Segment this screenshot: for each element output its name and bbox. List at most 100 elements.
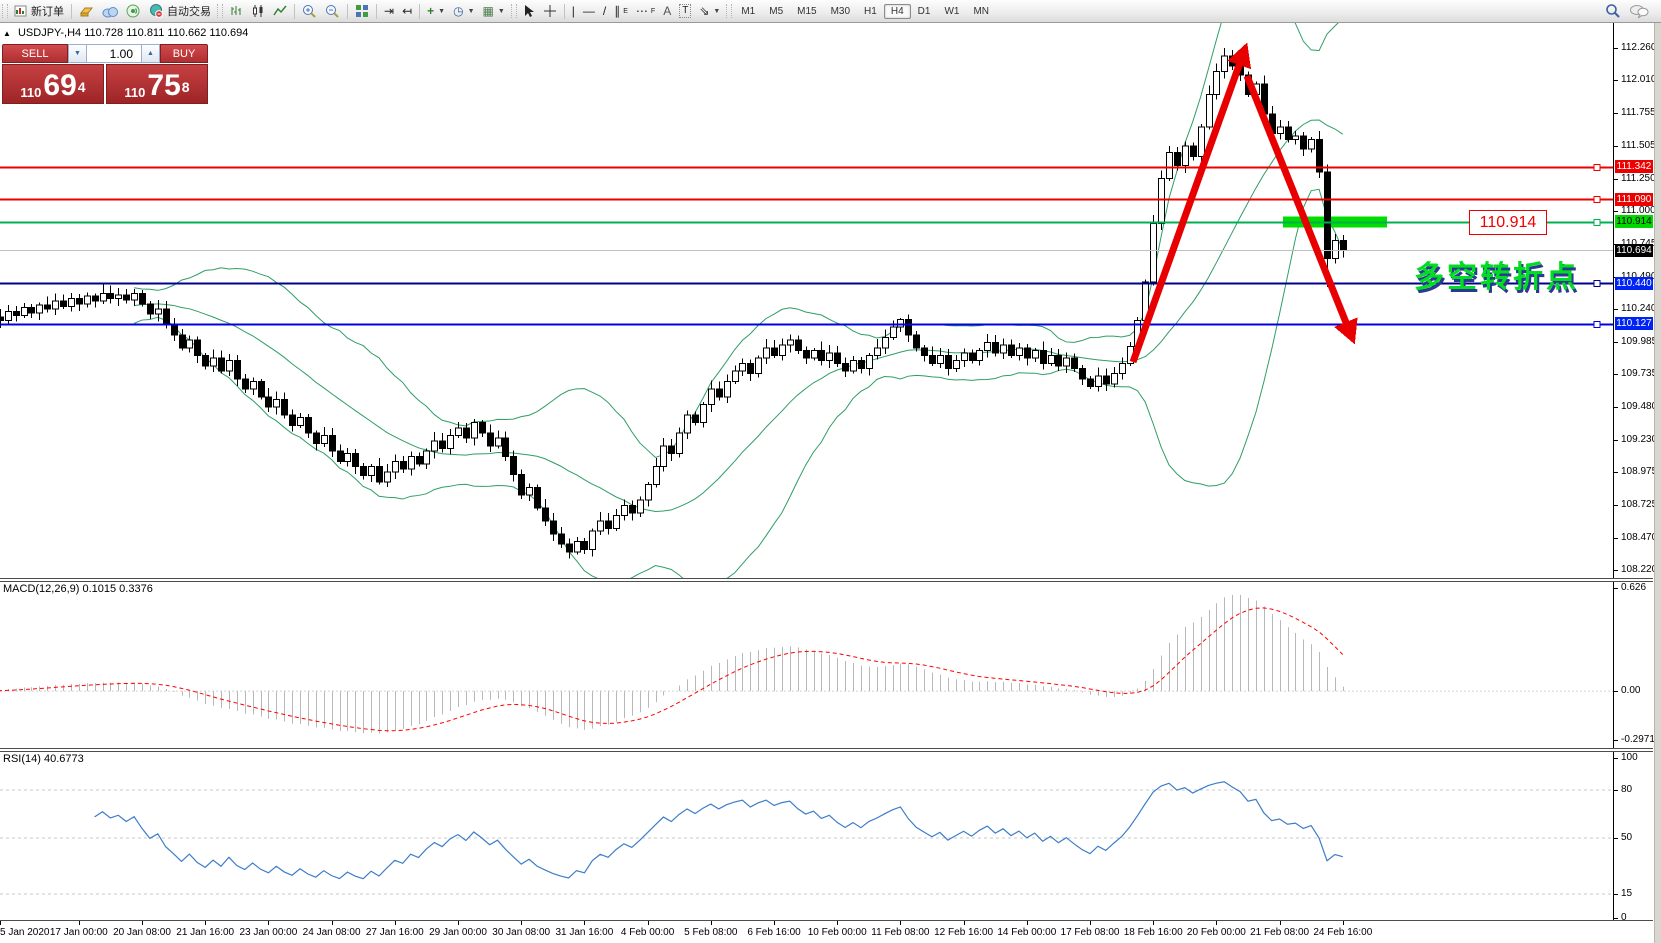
chart-ohlc-header: ▲ USDJPY-,H4 110.728 110.811 110.662 110… xyxy=(3,27,248,39)
macd-panel-plot[interactable] xyxy=(0,582,1613,747)
time-tick xyxy=(900,921,901,925)
price-axis[interactable]: 112.260112.010111.755111.505111.250111.0… xyxy=(1613,22,1654,920)
gold-icon xyxy=(79,4,94,18)
rsi-label: RSI(14) 40.6773 xyxy=(3,753,84,765)
indicators-icon: + xyxy=(427,5,434,17)
price-tick xyxy=(1614,472,1618,473)
rsi-tick xyxy=(1614,918,1618,919)
horizontal-line-button[interactable]: — xyxy=(579,1,599,21)
arrows-button[interactable]: ⇘▼ xyxy=(695,1,724,21)
time-axis[interactable]: 5 Jan 202017 Jan 00:0020 Jan 08:0021 Jan… xyxy=(0,920,1653,943)
timeframe-button-m1[interactable]: M1 xyxy=(734,4,762,19)
price-tick xyxy=(1614,342,1618,343)
zoom-in-button[interactable] xyxy=(298,1,321,21)
volume-decrease-button[interactable]: ▼ xyxy=(68,44,87,63)
autotrading-button[interactable]: 自动交易 xyxy=(145,1,215,21)
up-trend-arrow[interactable] xyxy=(1133,57,1242,362)
signals-button[interactable] xyxy=(122,1,145,21)
rsi-panel-plot[interactable] xyxy=(0,752,1613,920)
timeframe-button-m30[interactable]: M30 xyxy=(824,4,857,19)
main-toolbar: 新订单 自动交易 xyxy=(0,0,1661,23)
buy-price-button[interactable]: 110758 xyxy=(106,64,208,104)
line-chart-icon xyxy=(273,4,287,18)
time-tick xyxy=(1216,921,1217,925)
volume-input[interactable]: 1.00 xyxy=(87,44,141,63)
bid-prefix: 110 xyxy=(20,85,41,100)
separator xyxy=(564,4,565,19)
zoom-out-button[interactable] xyxy=(321,1,344,21)
down-trend-arrow[interactable] xyxy=(1247,76,1349,330)
price-tick-label: 108.470 xyxy=(1621,532,1657,543)
channel-button[interactable]: ∥E xyxy=(610,1,632,21)
rsi-value: 40.6773 xyxy=(44,753,84,765)
analysis-note-text[interactable]: 多空转折点 xyxy=(1414,252,1579,296)
chat-icon[interactable] xyxy=(1629,4,1649,19)
price-badge-110.914: 110.914 xyxy=(1615,215,1653,228)
timeframe-button-mn[interactable]: MN xyxy=(966,4,996,19)
zoom-out-icon xyxy=(325,4,340,19)
price-tick-label: 109.985 xyxy=(1621,336,1657,347)
timeframe-button-d1[interactable]: D1 xyxy=(911,4,938,19)
trendline-button[interactable]: / xyxy=(599,1,610,21)
time-tick xyxy=(332,921,333,925)
line-chart-button[interactable] xyxy=(269,1,291,21)
virtual-hosting-button[interactable] xyxy=(98,1,122,21)
time-tick xyxy=(395,921,396,925)
sell-price-button[interactable]: 110694 xyxy=(2,64,104,104)
separator xyxy=(419,4,420,19)
indicators-button[interactable]: +▼ xyxy=(423,1,449,21)
price-tick-label: 112.010 xyxy=(1621,74,1656,85)
auto-scroll-button[interactable]: ⇥ xyxy=(380,1,398,21)
time-tick xyxy=(1027,921,1028,925)
price-annotation-label[interactable]: 110.914 xyxy=(1469,210,1547,235)
price-tick xyxy=(1614,211,1618,212)
time-tick xyxy=(1153,921,1154,925)
fibonacci-button[interactable]: ⋯F xyxy=(632,1,659,21)
crosshair-button[interactable] xyxy=(539,1,561,21)
timeframe-button-w1[interactable]: W1 xyxy=(937,4,966,19)
sell-button[interactable]: SELL xyxy=(2,44,68,63)
tile-windows-button[interactable] xyxy=(351,1,373,21)
cursor-button[interactable] xyxy=(519,1,539,21)
buy-button[interactable]: BUY xyxy=(160,44,208,63)
templates-button[interactable]: ▦▼ xyxy=(479,1,509,21)
periods-icon: ◷ xyxy=(453,5,463,17)
vertical-line-icon: | xyxy=(572,5,575,17)
timeframe-button-m5[interactable]: M5 xyxy=(762,4,790,19)
periods-button[interactable]: ◷▼ xyxy=(449,1,478,21)
panel-splitter[interactable] xyxy=(0,578,1653,582)
window-edge-strip xyxy=(1654,22,1661,943)
text-button[interactable]: A xyxy=(659,1,675,21)
time-tick xyxy=(1090,921,1091,925)
panel-splitter[interactable] xyxy=(0,748,1653,752)
search-icon[interactable] xyxy=(1605,3,1621,19)
new-order-button[interactable]: 新订单 xyxy=(10,1,68,21)
timeframe-button-m15[interactable]: M15 xyxy=(790,4,823,19)
rsi-tick xyxy=(1614,894,1618,895)
equidistant-channel-icon: ∥ xyxy=(614,5,620,17)
cloud-icon xyxy=(102,4,118,18)
candlestick-chart-button[interactable] xyxy=(247,1,269,21)
dropdown-caret-icon: ▼ xyxy=(498,8,505,15)
volume-increase-button[interactable]: ▲ xyxy=(141,44,160,63)
mt4-terminal: 新订单 自动交易 xyxy=(0,0,1661,943)
market-button[interactable] xyxy=(75,1,98,21)
bar-chart-button[interactable] xyxy=(225,1,247,21)
time-tick xyxy=(1343,921,1344,925)
time-tick xyxy=(205,921,206,925)
text-label-icon: T xyxy=(679,4,691,18)
main-chart-plot[interactable] xyxy=(0,22,1613,579)
rsi-tick-label: 15 xyxy=(1621,888,1632,899)
price-tick-label: 109.480 xyxy=(1621,401,1657,412)
timeframe-button-h4[interactable]: H4 xyxy=(884,4,911,19)
chart-shift-button[interactable]: ↤ xyxy=(398,1,416,21)
time-tick xyxy=(458,921,459,925)
text-label-button[interactable]: T xyxy=(675,1,695,21)
timeframe-group: M1M5M15M30H1H4D1W1MN xyxy=(734,4,996,19)
time-tick xyxy=(1280,921,1281,925)
vertical-line-button[interactable]: | xyxy=(568,1,579,21)
oneclick-collapse-toggle[interactable]: ▲ xyxy=(3,29,11,38)
dropdown-caret-icon: ▼ xyxy=(438,8,445,15)
timeframe-button-h1[interactable]: H1 xyxy=(857,4,884,19)
templates-icon: ▦ xyxy=(483,5,494,17)
